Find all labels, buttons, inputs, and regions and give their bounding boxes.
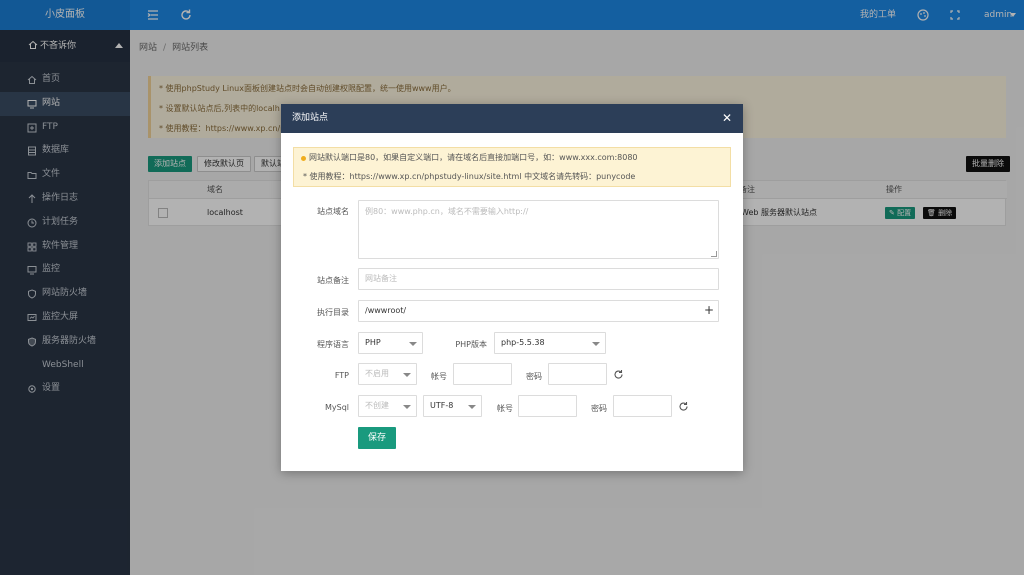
charset-select-value: UTF-8 [430, 401, 454, 410]
ftp-password-label: 密码 [526, 372, 542, 381]
lang-label: 程序语言 [317, 340, 349, 349]
php-version-label: PHP版本 [455, 340, 487, 349]
domain-label: 站点域名 [317, 207, 349, 216]
modal-header: 添加站点 ✕ [281, 104, 743, 133]
mysql-label: MySql [324, 403, 349, 412]
php-version-value: php-5.5.38 [501, 338, 545, 347]
mysql-select[interactable]: 不创建 [358, 395, 417, 417]
mysql-account-input[interactable] [518, 395, 577, 417]
ftp-account-label: 帐号 [431, 372, 447, 381]
chevron-down-icon [468, 405, 476, 409]
warning-dot-icon [301, 156, 306, 161]
note-label: 站点备注 [317, 276, 349, 285]
note-input[interactable]: 网站备注 [358, 268, 719, 290]
ftp-select[interactable]: 不启用 [358, 363, 417, 385]
modal-notice-line: 网站默认端口是80，如果自定义端口，请在域名后直接加端口号，如：www.xxx.… [309, 153, 638, 162]
refresh-icon[interactable] [613, 369, 624, 380]
lang-select-value: PHP [365, 338, 381, 347]
dir-label: 执行目录 [317, 308, 349, 317]
modal-notice: 网站默认端口是80，如果自定义端口，请在域名后直接加端口号，如：www.xxx.… [293, 147, 731, 187]
php-version-select[interactable]: php-5.5.38 [494, 332, 606, 354]
mysql-select-value: 不创建 [365, 401, 389, 410]
ftp-select-value: 不启用 [365, 369, 389, 378]
refresh-icon[interactable] [678, 401, 689, 412]
domain-textarea[interactable]: 例80：www.php.cn，域名不需要输入http:// [358, 200, 719, 259]
ftp-password-input[interactable] [548, 363, 607, 385]
modal-notice-line: * 使用教程：https://www.xp.cn/phpstudy-linux/… [303, 172, 636, 181]
lang-select[interactable]: PHP [358, 332, 423, 354]
resize-handle-icon[interactable] [711, 251, 717, 257]
modal-title: 添加站点 [292, 113, 329, 123]
mysql-account-label: 帐号 [497, 404, 513, 413]
charset-select[interactable]: UTF-8 [423, 395, 482, 417]
chevron-down-icon [403, 405, 411, 409]
close-icon[interactable]: ✕ [721, 111, 733, 125]
domain-placeholder: 例80：www.php.cn，域名不需要输入http:// [365, 207, 529, 216]
save-button[interactable]: 保存 [358, 427, 396, 449]
plus-icon[interactable]: + [704, 304, 714, 316]
chevron-down-icon [403, 373, 411, 377]
mysql-password-input[interactable] [613, 395, 672, 417]
ftp-account-input[interactable] [453, 363, 512, 385]
chevron-down-icon [592, 342, 600, 346]
ftp-label: FTP [334, 371, 349, 380]
dir-input[interactable]: /wwwroot/ [358, 300, 719, 322]
mysql-password-label: 密码 [591, 404, 607, 413]
add-site-modal: 添加站点 ✕ 网站默认端口是80，如果自定义端口，请在域名后直接加端口号，如：w… [281, 104, 743, 471]
chevron-down-icon [409, 342, 417, 346]
